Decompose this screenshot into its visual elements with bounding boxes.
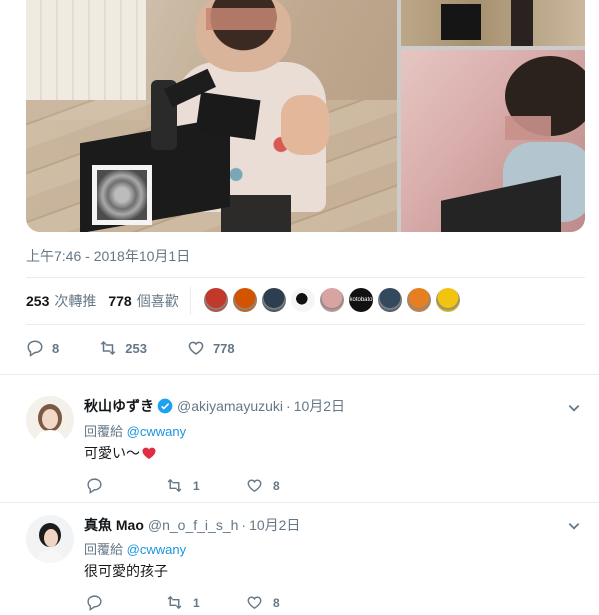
replying-to-label: 回覆給 — [84, 542, 124, 557]
reply-time[interactable]: 10月2日 — [249, 515, 300, 535]
likes-count: 778 — [108, 293, 132, 309]
reply-count: 8 — [52, 340, 60, 356]
red-heart-emoji-icon — [142, 447, 156, 459]
replying-to: 回覆給 @cwwany — [84, 421, 186, 440]
separator-dot: · — [286, 398, 291, 414]
photo-child-holding-camera[interactable] — [26, 0, 397, 232]
reply-tweet[interactable]: 秋山ゆずき @akiyamayuzuki · 10月2日 回覆給 @cwwany… — [0, 385, 599, 500]
photo-child-looking-down[interactable] — [401, 50, 585, 232]
replying-to-handle[interactable]: @cwwany — [127, 542, 186, 557]
retweet-icon — [167, 595, 182, 610]
retweet-button[interactable]: 1 — [166, 594, 246, 611]
avatar[interactable] — [26, 515, 74, 563]
avatar-blue-figure-icon[interactable] — [378, 288, 402, 312]
retweet-icon — [100, 340, 116, 356]
reply-icon — [27, 340, 43, 357]
retweet-count: 1 — [193, 595, 200, 610]
like-count: 8 — [273, 595, 280, 610]
avatar-kotobato-icon[interactable]: kotobato — [349, 288, 373, 312]
avatar[interactable] — [26, 396, 74, 444]
chevron-down-icon[interactable] — [567, 401, 581, 415]
reply-button[interactable] — [86, 477, 166, 494]
retweet-count: 1 — [193, 478, 200, 493]
replying-to-handle[interactable]: @cwwany — [127, 424, 186, 439]
tweet-stats: 253 次轉推 778 個喜歡 — [26, 290, 191, 312]
tweet-timestamp[interactable]: 上午7:46 - 2018年10月1日 — [26, 246, 190, 266]
divider — [26, 324, 585, 325]
avatar-red-pattern-icon[interactable] — [233, 288, 257, 312]
retweets-count: 253 — [26, 293, 50, 309]
user-handle[interactable]: @n_o_f_i_s_h — [148, 517, 239, 533]
tweet-media-grid — [26, 0, 585, 232]
avatar-red-figure-icon[interactable] — [204, 288, 228, 312]
avatar-person-icon — [26, 515, 74, 563]
tweet-actions: 8 253 778 — [26, 338, 275, 358]
reply-button[interactable]: 8 — [26, 339, 59, 357]
heart-icon — [247, 479, 262, 493]
like-button[interactable]: 8 — [246, 477, 326, 494]
reply-text-content: 很可愛的孩子 — [84, 563, 168, 579]
display-name[interactable]: 真魚 Mao — [84, 515, 144, 535]
like-count: 778 — [212, 340, 235, 356]
replying-to-label: 回覆給 — [84, 424, 124, 439]
like-button[interactable]: 8 — [246, 594, 326, 611]
reply-text-content: 可愛い〜 — [84, 445, 140, 461]
separator-dot: · — [241, 517, 247, 533]
avatar-woman-icon — [26, 396, 74, 444]
heart-icon — [247, 596, 262, 610]
user-handle[interactable]: @akiyamayuzuki — [177, 398, 283, 414]
reply-time[interactable]: 10月2日 — [294, 396, 345, 416]
reply-header: 真魚 Mao @n_o_f_i_s_h · 10月2日 — [84, 515, 300, 535]
reply-icon — [87, 478, 102, 494]
chevron-down-icon[interactable] — [567, 519, 581, 533]
avatar-black-white-cartoon-icon[interactable] — [291, 288, 315, 312]
avatar-yellow-cartoon-icon[interactable] — [436, 288, 460, 312]
avatar-dark-person-icon[interactable] — [262, 288, 286, 312]
reply-header: 秋山ゆずき @akiyamayuzuki · 10月2日 — [84, 396, 345, 416]
retweet-button[interactable]: 1 — [166, 477, 246, 494]
avatar-pink-character-icon[interactable] — [320, 288, 344, 312]
reply-icon — [87, 595, 102, 611]
divider — [0, 374, 599, 375]
like-count: 8 — [273, 478, 280, 493]
photo-camera-on-floor[interactable] — [401, 0, 585, 46]
retweet-button[interactable]: 253 — [99, 339, 147, 357]
reply-tweet[interactable]: 真魚 Mao @n_o_f_i_s_h · 10月2日 回覆給 @cwwany … — [0, 503, 599, 615]
liker-avatar-text: kotobato — [349, 297, 373, 303]
reply-actions: 1 8 — [86, 594, 326, 611]
reply-button[interactable] — [86, 594, 166, 611]
like-button[interactable]: 778 — [187, 339, 235, 357]
retweet-count: 253 — [125, 340, 147, 356]
likes-stat[interactable]: 778 個喜歡 — [108, 291, 178, 311]
reply-text: 很可愛的孩子 — [84, 561, 168, 581]
reply-actions: 1 8 — [86, 477, 326, 494]
reply-text: 可愛い〜 — [84, 443, 157, 463]
likes-label: 個喜歡 — [136, 293, 179, 309]
display-name[interactable]: 秋山ゆずき — [84, 396, 154, 416]
avatar-colorful-mosaic-icon[interactable] — [407, 288, 431, 312]
divider — [26, 277, 585, 278]
retweets-stat[interactable]: 253 次轉推 — [26, 291, 96, 311]
retweet-icon — [167, 478, 182, 493]
heart-icon — [188, 341, 204, 355]
replying-to: 回覆給 @cwwany — [84, 539, 186, 558]
verified-badge-icon — [157, 398, 173, 414]
liker-avatars: kotobato — [190, 287, 460, 315]
retweets-label: 次轉推 — [54, 293, 97, 309]
